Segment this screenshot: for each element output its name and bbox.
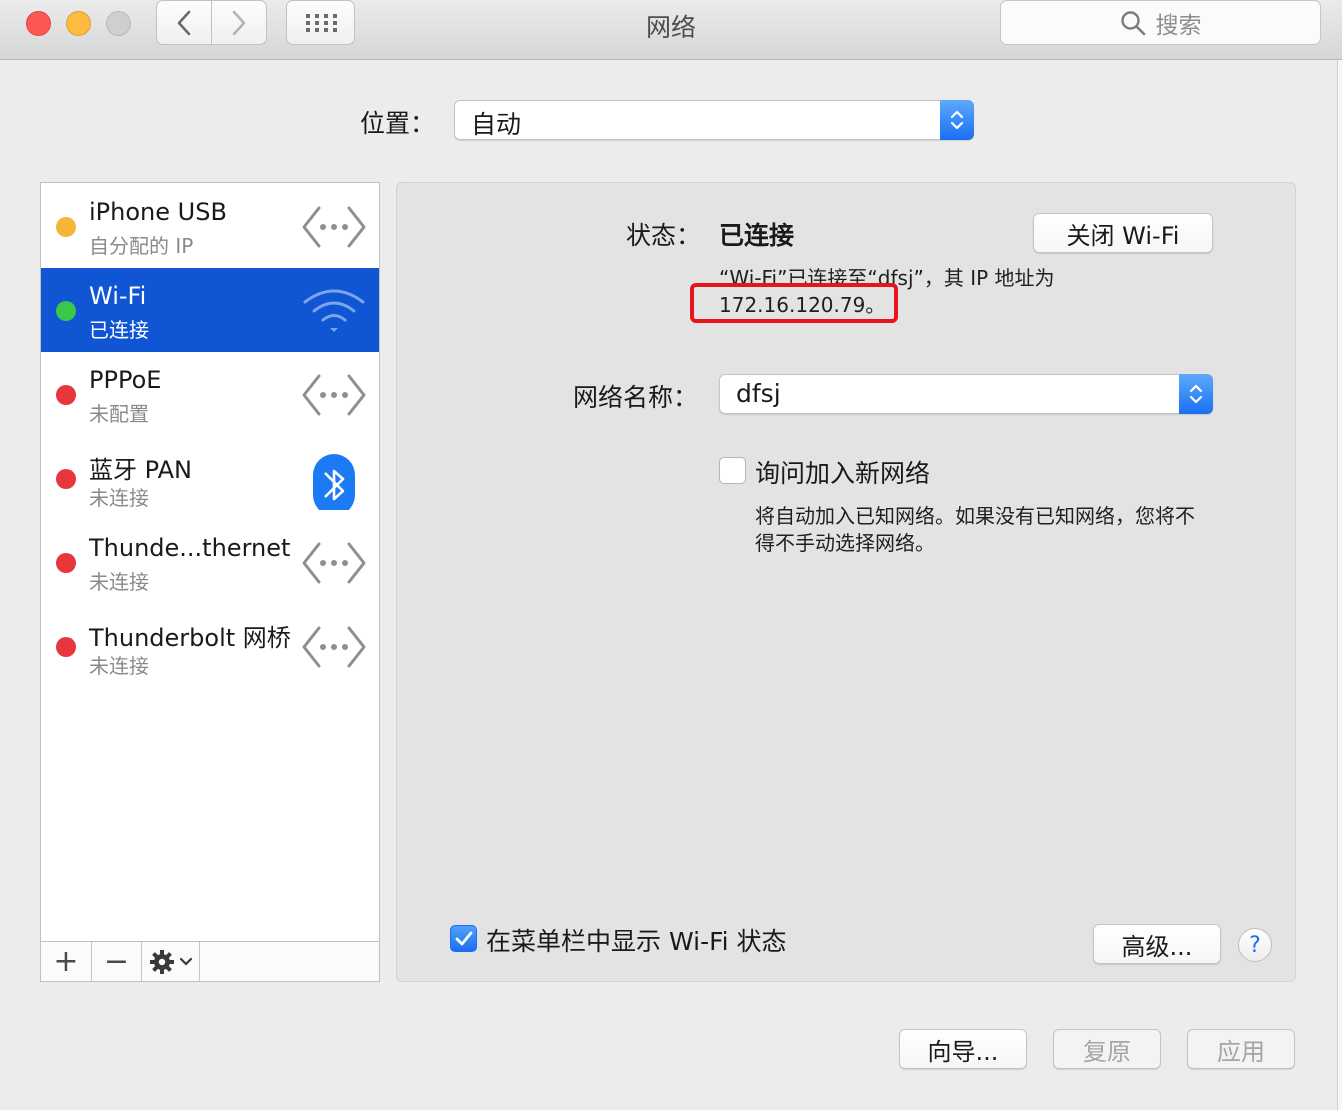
network-name-label: 网络名称： <box>573 383 699 412</box>
search-input[interactable]: 搜索 <box>1000 0 1321 45</box>
service-name: iPhone USB <box>89 198 227 226</box>
add-service-button[interactable]: + <box>41 942 92 981</box>
ethernet-arrows-icon <box>302 206 366 248</box>
service-list-toolbar: + − <box>41 941 379 981</box>
status-dot <box>56 385 76 405</box>
ethernet-arrows-icon <box>302 542 366 584</box>
status-dot <box>56 637 76 657</box>
service-item-wifi[interactable]: Wi-Fi 已连接 <box>41 268 379 352</box>
status-dot <box>56 469 76 489</box>
service-status: 自分配的 IP <box>89 234 194 258</box>
service-item-thunderbolt-ethernet[interactable]: Thunde...thernet 未连接 <box>41 520 379 604</box>
window-edge <box>1337 60 1342 1110</box>
status-dot <box>56 553 76 573</box>
advanced-button[interactable]: 高级... <box>1093 924 1221 964</box>
service-status: 未配置 <box>89 402 149 426</box>
service-item-iphone-usb[interactable]: iPhone USB 自分配的 IP <box>41 184 379 268</box>
status-dot <box>56 217 76 237</box>
updown-chevron-icon <box>1179 374 1213 414</box>
service-status: 未连接 <box>89 486 149 510</box>
status-value: 已连接 <box>719 221 795 250</box>
updown-chevron-icon <box>940 100 974 140</box>
help-button[interactable]: ? <box>1238 928 1272 962</box>
service-name: Thunde...thernet <box>89 534 291 562</box>
action-menu-button[interactable] <box>142 942 200 981</box>
search-icon <box>1120 10 1145 35</box>
service-list: iPhone USB 自分配的 IP Wi-Fi 已连接 PPPoE 未配置 蓝 <box>40 182 380 982</box>
ethernet-arrows-icon <box>302 626 366 668</box>
checkmark-icon <box>455 931 472 945</box>
ask-join-description-line2: 得不手动选择网络。 <box>755 531 935 555</box>
bluetooth-icon <box>313 454 355 510</box>
status-label: 状态： <box>626 221 702 250</box>
ask-join-checkbox[interactable] <box>719 457 746 484</box>
network-name-select[interactable]: dfsj <box>719 374 1213 414</box>
service-status: 未连接 <box>89 654 149 678</box>
show-in-menubar-checkbox[interactable] <box>450 925 477 952</box>
status-dot <box>56 301 76 321</box>
service-name: Wi-Fi <box>89 282 147 310</box>
service-name: PPPoE <box>89 366 162 394</box>
apply-button[interactable]: 应用 <box>1187 1029 1295 1069</box>
service-item-thunderbolt-bridge[interactable]: Thunderbolt 网桥 未连接 <box>41 604 379 688</box>
gear-icon <box>149 949 174 974</box>
revert-button[interactable]: 复原 <box>1053 1029 1161 1069</box>
location-value: 自动 <box>471 110 522 139</box>
location-label: 位置： <box>360 109 436 138</box>
ask-join-description-line1: 将自动加入已知网络。如果没有已知网络，您将不 <box>755 504 1195 528</box>
wifi-icon <box>303 289 365 332</box>
show-in-menubar-label: 在菜单栏中显示 Wi-Fi 状态 <box>486 927 787 956</box>
assist-me-button[interactable]: 向导... <box>899 1029 1027 1069</box>
service-name: Thunderbolt 网桥 <box>89 624 291 652</box>
chevron-down-icon <box>179 957 192 966</box>
service-item-pppoe[interactable]: PPPoE 未配置 <box>41 352 379 436</box>
location-select[interactable]: 自动 <box>454 100 974 140</box>
service-status: 已连接 <box>89 318 149 342</box>
network-name-value: dfsj <box>736 379 781 408</box>
remove-service-button[interactable]: − <box>92 942 142 981</box>
service-item-bluetooth-pan[interactable]: 蓝牙 PAN 未连接 <box>41 436 379 520</box>
ask-join-label: 询问加入新网络 <box>755 459 931 488</box>
service-status: 未连接 <box>89 570 149 594</box>
title-bar: 网络 搜索 <box>0 0 1342 60</box>
search-placeholder: 搜索 <box>1155 12 1202 39</box>
ethernet-arrows-icon <box>302 374 366 416</box>
service-name: 蓝牙 PAN <box>89 456 192 484</box>
highlight-annotation-box <box>690 283 898 323</box>
turn-off-wifi-button[interactable]: 关闭 Wi-Fi <box>1033 213 1213 253</box>
